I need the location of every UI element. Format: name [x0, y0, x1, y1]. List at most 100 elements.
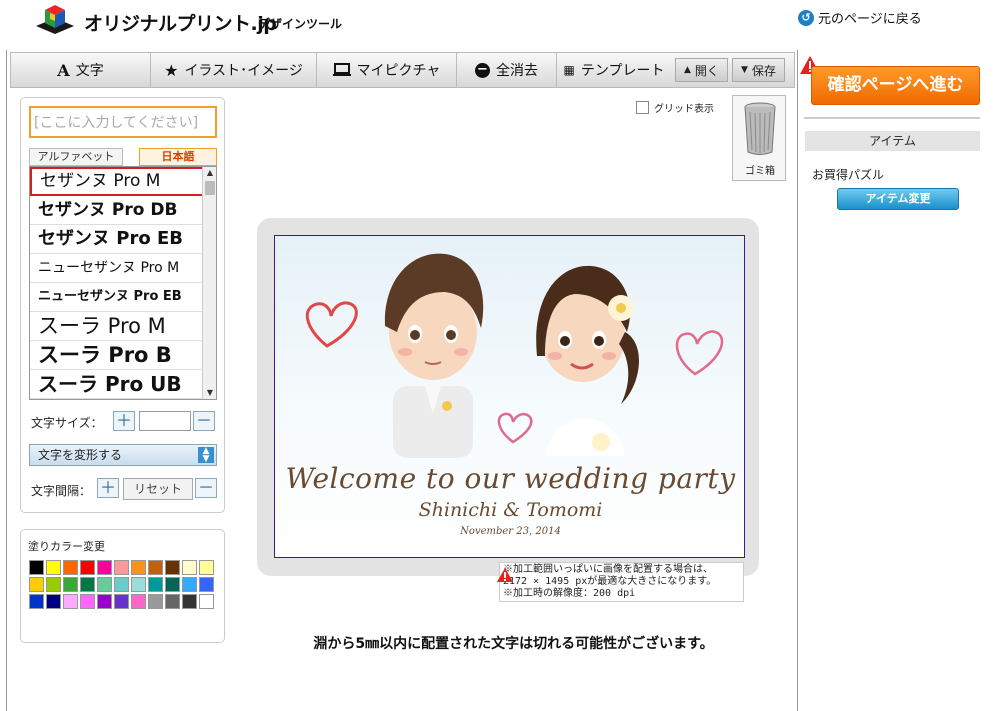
- color-swatch[interactable]: [131, 577, 146, 592]
- font-item[interactable]: スーラ Pro M: [30, 312, 204, 341]
- color-swatch[interactable]: [131, 560, 146, 575]
- color-swatch-grid: [29, 560, 219, 609]
- text-tool-label: 文字: [75, 63, 104, 79]
- color-swatch[interactable]: [29, 594, 44, 609]
- color-swatch[interactable]: [199, 594, 214, 609]
- color-swatch[interactable]: [80, 560, 95, 575]
- color-swatch[interactable]: [63, 577, 78, 592]
- note-line: 2172 × 1495 pxが最適な大きさになります。: [503, 576, 717, 587]
- design-artboard[interactable]: Welcome to our wedding party Shinichi & …: [274, 235, 745, 558]
- color-swatch[interactable]: [165, 594, 180, 609]
- color-swatch[interactable]: [80, 594, 95, 609]
- logo-cube-icon: [36, 5, 74, 34]
- color-swatch[interactable]: [165, 577, 180, 592]
- text-entry-field[interactable]: [ここに入力してください]: [29, 106, 217, 138]
- color-swatch[interactable]: [80, 577, 95, 592]
- edge-warning-message: 淵から5㎜以内に配置された文字は切れる可能性がございます。: [313, 636, 714, 652]
- font-item[interactable]: セザンヌ Pro EB: [30, 225, 204, 254]
- proceed-to-confirm-button[interactable]: 確認ページへ進む: [811, 66, 980, 105]
- my-picture-button[interactable]: マイピクチャ: [317, 53, 457, 87]
- workspace-right-border: [797, 50, 798, 711]
- color-swatch[interactable]: [182, 594, 197, 609]
- color-swatch[interactable]: [114, 577, 129, 592]
- text-transform-select[interactable]: 文字を変形する ▲ ▼: [29, 444, 217, 466]
- star-icon: ★: [164, 60, 179, 80]
- font-item[interactable]: セザンヌ Pro DB: [30, 196, 204, 225]
- font-size-increase-button[interactable]: ＋: [113, 411, 135, 431]
- color-swatch[interactable]: [182, 560, 197, 575]
- font-item[interactable]: ニューセザンヌ Pro EB: [30, 283, 204, 312]
- color-swatch[interactable]: [148, 594, 163, 609]
- font-size-input[interactable]: [139, 411, 191, 431]
- fill-color-panel: 塗りカラー変更: [20, 529, 225, 643]
- color-swatch[interactable]: [199, 577, 214, 592]
- scroll-thumb[interactable]: [205, 181, 215, 195]
- tab-japanese[interactable]: 日本語: [139, 148, 217, 166]
- brand-name: オリジナルプリント.jp: [84, 13, 277, 35]
- workspace-left-border: [6, 50, 7, 711]
- scroll-up-icon[interactable]: ▲: [203, 167, 216, 179]
- wedding-date-text[interactable]: November 23, 2014: [275, 526, 744, 537]
- font-item[interactable]: スーラ Pro B: [30, 341, 204, 370]
- font-list-scrollbar[interactable]: ▲ ▼: [202, 167, 216, 399]
- transform-select-label: 文字を変形する: [38, 448, 123, 462]
- item-name: お買得パズル: [812, 168, 885, 182]
- return-icon: ↺: [798, 9, 814, 26]
- font-item[interactable]: スーラ Pro UB: [30, 370, 204, 399]
- spacing-decrease-button[interactable]: －: [195, 478, 217, 498]
- heart-icon: [675, 330, 724, 376]
- clear-all-button[interactable]: − 全消去: [457, 53, 557, 87]
- grid-checkbox[interactable]: [636, 101, 649, 114]
- header: オリジナルプリント.jp デザインツール ↺ 元のページに戻る: [0, 0, 993, 44]
- color-swatch[interactable]: [114, 560, 129, 575]
- color-swatch[interactable]: [97, 577, 112, 592]
- font-size-decrease-button[interactable]: －: [193, 411, 215, 431]
- color-swatch[interactable]: [199, 560, 214, 575]
- font-size-label: 文字サイズ：: [31, 416, 103, 430]
- welcome-text[interactable]: Welcome to our wedding party: [275, 462, 744, 495]
- save-button[interactable]: ▼ 保存: [731, 58, 785, 82]
- warning-icon: [497, 568, 513, 582]
- color-swatch[interactable]: [46, 594, 61, 609]
- letter-spacing-label: 文字間隔：: [31, 484, 92, 498]
- couple-names-text[interactable]: Shinichi & Tomomi: [275, 499, 744, 521]
- trash-button[interactable]: ゴミ箱: [732, 95, 786, 181]
- tab-alphabet[interactable]: アルファベット: [29, 148, 123, 166]
- monitor-icon: [332, 63, 351, 76]
- note-line: ※加工範囲いっぱいに画像を配置する場合は、: [503, 564, 713, 575]
- heart-icon: [497, 412, 533, 444]
- color-swatch[interactable]: [165, 560, 180, 575]
- color-swatch[interactable]: [114, 594, 129, 609]
- color-swatch[interactable]: [29, 577, 44, 592]
- grid-toggle[interactable]: グリッド表示: [636, 100, 714, 115]
- scroll-down-icon[interactable]: ▼: [203, 387, 216, 399]
- color-swatch[interactable]: [97, 560, 112, 575]
- grid-label: グリッド表示: [654, 104, 714, 115]
- spacing-increase-button[interactable]: ＋: [97, 478, 119, 498]
- note-line: ※加工時の解像度：200 dpi: [503, 588, 636, 599]
- spacing-reset-button[interactable]: リセット: [123, 478, 193, 500]
- color-swatch[interactable]: [46, 560, 61, 575]
- heart-icon: [305, 301, 358, 348]
- clear-all-label: 全消去: [496, 63, 538, 79]
- text-tool-button[interactable]: A 文字: [11, 53, 151, 87]
- right-panel-divider: [804, 117, 980, 119]
- back-to-previous-page-link[interactable]: ↺ 元のページに戻る: [798, 8, 922, 27]
- font-item[interactable]: ニューセザンヌ Pro M: [30, 254, 204, 283]
- color-swatch[interactable]: [29, 560, 44, 575]
- color-swatch[interactable]: [97, 594, 112, 609]
- template-button[interactable]: ▦ テンプレート: [557, 53, 671, 87]
- color-swatch[interactable]: [63, 560, 78, 575]
- main-toolbar: A 文字 ★ イラスト･イメージ マイピクチャ − 全消去 ▦ テンプレート ▲…: [10, 52, 795, 88]
- color-swatch[interactable]: [148, 577, 163, 592]
- open-button[interactable]: ▲ 開く: [675, 58, 728, 82]
- color-swatch[interactable]: [63, 594, 78, 609]
- color-swatch[interactable]: [46, 577, 61, 592]
- font-item-selected[interactable]: セザンヌ Pro M: [30, 167, 204, 196]
- item-change-button[interactable]: アイテム変更: [837, 188, 959, 210]
- color-swatch[interactable]: [131, 594, 146, 609]
- color-swatch[interactable]: [148, 560, 163, 575]
- item-section-header: アイテム: [805, 131, 980, 151]
- illust-tool-button[interactable]: ★ イラスト･イメージ: [151, 53, 317, 87]
- color-swatch[interactable]: [182, 577, 197, 592]
